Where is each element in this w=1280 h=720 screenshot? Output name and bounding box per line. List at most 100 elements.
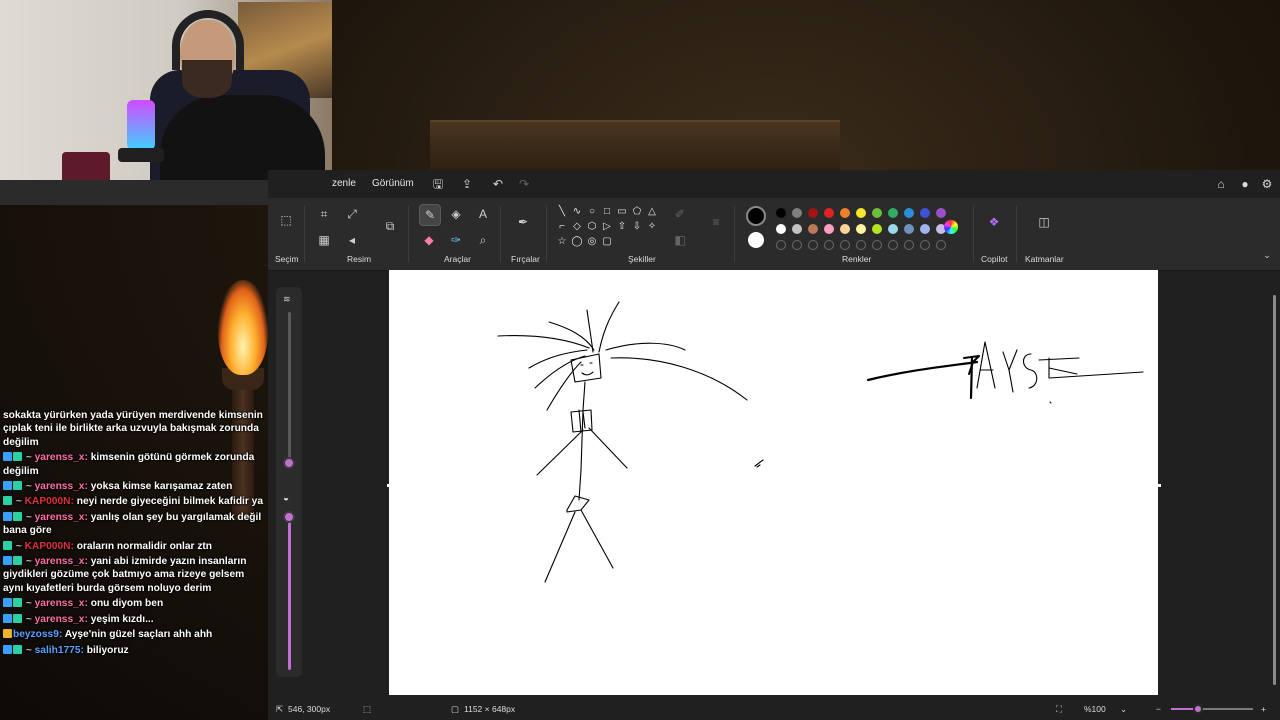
- canvas-resize-handle-right[interactable]: [1158, 484, 1161, 487]
- color-swatch[interactable]: [792, 224, 802, 234]
- shape-option[interactable]: ⌐: [556, 221, 568, 233]
- shape-option[interactable]: △: [646, 206, 658, 218]
- share-icon[interactable]: ⇪: [459, 176, 475, 192]
- shape-option[interactable]: ∿: [571, 206, 583, 218]
- chat-username[interactable]: beyzoss9:: [13, 629, 62, 640]
- empty-color-slot[interactable]: [888, 240, 898, 250]
- color-swatch[interactable]: [888, 224, 898, 234]
- fit-to-window-icon[interactable]: ⛶: [1056, 704, 1062, 715]
- color-swatch[interactable]: [808, 224, 818, 234]
- magnifier-icon[interactable]: ⌕: [473, 230, 493, 250]
- color-swatch[interactable]: [776, 208, 786, 218]
- crop-icon[interactable]: ⌗: [314, 204, 334, 224]
- shape-option[interactable]: ✧: [646, 221, 658, 233]
- chat-username[interactable]: yarenss_x:: [35, 598, 88, 609]
- eraser-tool-icon[interactable]: ◆: [419, 230, 439, 250]
- size-slider-track[interactable]: [288, 312, 291, 462]
- resize-icon[interactable]: ⤢: [342, 204, 362, 224]
- settings-gear-icon[interactable]: ⚙: [1259, 176, 1275, 192]
- shape-option[interactable]: ⇧: [616, 221, 628, 233]
- vertical-scrollbar[interactable]: [1273, 295, 1276, 685]
- layers-icon[interactable]: ◫: [1034, 212, 1054, 232]
- shape-option[interactable]: □: [601, 206, 613, 218]
- shape-option[interactable]: ◎: [586, 236, 598, 248]
- zoom-slider-knob[interactable]: [1193, 704, 1204, 714]
- chat-username[interactable]: KAP000N:: [25, 496, 74, 507]
- color-swatch[interactable]: [888, 208, 898, 218]
- color-swatch[interactable]: [872, 208, 882, 218]
- secondary-color-swatch[interactable]: [748, 232, 764, 248]
- color-swatch[interactable]: [776, 224, 786, 234]
- color-swatch[interactable]: [872, 224, 882, 234]
- empty-color-slot[interactable]: [840, 240, 850, 250]
- chat-username[interactable]: yarenss_x:: [35, 481, 88, 492]
- empty-color-slot[interactable]: [872, 240, 882, 250]
- chat-username[interactable]: yarenss_x:: [35, 512, 88, 523]
- empty-color-slot[interactable]: [808, 240, 818, 250]
- selection-tool-button[interactable]: ⬚: [276, 210, 296, 230]
- color-swatch[interactable]: [904, 208, 914, 218]
- color-swatch[interactable]: [808, 208, 818, 218]
- color-swatch[interactable]: [824, 224, 834, 234]
- save-icon[interactable]: 🖫: [430, 176, 446, 192]
- shape-option[interactable]: ⇩: [631, 221, 643, 233]
- chat-username[interactable]: yarenss_x:: [35, 614, 88, 625]
- outline-icon[interactable]: ✐: [670, 204, 690, 224]
- canvas-resize-handle-left[interactable]: [387, 484, 390, 487]
- shape-option[interactable]: ⬠: [631, 206, 643, 218]
- color-swatch[interactable]: [840, 208, 850, 218]
- text-tool-icon[interactable]: A: [473, 204, 493, 224]
- zoom-out-icon[interactable]: −: [1156, 704, 1161, 714]
- shape-option[interactable]: ▷: [601, 221, 613, 233]
- color-swatch[interactable]: [920, 208, 930, 218]
- select-pattern-icon[interactable]: ▦: [314, 230, 334, 250]
- zoom-in-icon[interactable]: +: [1261, 704, 1266, 714]
- color-swatch[interactable]: [920, 224, 930, 234]
- shape-fill-icon[interactable]: ◧: [670, 230, 690, 250]
- shape-option[interactable]: ╲: [556, 206, 568, 218]
- zoom-select[interactable]: %100: [1084, 704, 1106, 714]
- color-swatch[interactable]: [856, 224, 866, 234]
- image-generator-icon[interactable]: ⧉: [380, 216, 400, 236]
- shape-option[interactable]: ☆: [556, 236, 568, 248]
- feedback-icon[interactable]: ⌂: [1213, 176, 1229, 192]
- pencil-tool-button[interactable]: ✎: [419, 204, 441, 226]
- primary-color-swatch[interactable]: [746, 206, 766, 226]
- account-icon[interactable]: ●: [1237, 176, 1253, 192]
- chevron-down-icon[interactable]: ⌄: [1260, 248, 1274, 262]
- color-swatch[interactable]: [936, 208, 946, 218]
- chat-username[interactable]: yarenss_x:: [35, 452, 88, 463]
- opacity-slider-track[interactable]: [288, 514, 291, 670]
- color-picker-icon[interactable]: ✑: [446, 230, 466, 250]
- color-swatch[interactable]: [904, 224, 914, 234]
- shape-option[interactable]: ▭: [616, 206, 628, 218]
- empty-color-slot[interactable]: [824, 240, 834, 250]
- empty-color-slot[interactable]: [776, 240, 786, 250]
- empty-color-slot[interactable]: [856, 240, 866, 250]
- edit-colors-icon[interactable]: [944, 220, 958, 234]
- chevron-down-icon[interactable]: ⌄: [1120, 704, 1127, 715]
- shape-option[interactable]: ◇: [571, 221, 583, 233]
- empty-color-slot[interactable]: [792, 240, 802, 250]
- rotate-icon[interactable]: ◂: [342, 230, 362, 250]
- stroke-size-icon[interactable]: ≡: [706, 212, 726, 232]
- fill-tool-icon[interactable]: ◈: [446, 204, 466, 224]
- redo-icon[interactable]: ↷: [516, 176, 532, 192]
- brush-icon[interactable]: ✒: [513, 212, 533, 232]
- shape-option[interactable]: ▢: [601, 236, 613, 248]
- color-swatch[interactable]: [792, 208, 802, 218]
- size-slider-knob[interactable]: [283, 457, 295, 469]
- chat-username[interactable]: yarenss_x:: [35, 556, 88, 567]
- menu-item-edit[interactable]: zenle: [332, 178, 356, 189]
- empty-color-slot[interactable]: [904, 240, 914, 250]
- undo-icon[interactable]: ↶: [490, 176, 506, 192]
- copilot-icon[interactable]: ❖: [984, 212, 1004, 232]
- color-swatch[interactable]: [824, 208, 834, 218]
- shape-option[interactable]: ⬡: [586, 221, 598, 233]
- chat-username[interactable]: salih1775:: [35, 645, 84, 656]
- zoom-slider[interactable]: [1171, 704, 1253, 714]
- drawing-canvas[interactable]: [389, 270, 1158, 695]
- empty-color-slot[interactable]: [936, 240, 946, 250]
- shape-option[interactable]: ○: [586, 206, 598, 218]
- shape-option[interactable]: ◯: [571, 236, 583, 248]
